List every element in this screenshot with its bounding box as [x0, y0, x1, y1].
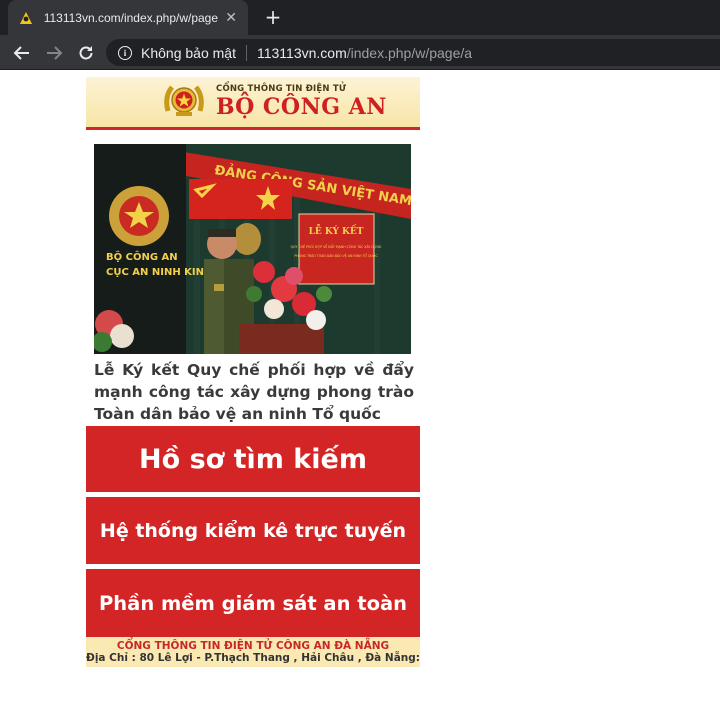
- forward-arrow-icon[interactable]: [42, 41, 66, 65]
- header-title: BỘ CÔNG AN: [216, 94, 387, 120]
- tab-title: 113113vn.com/index.php/w/page/a: [43, 10, 219, 25]
- site-header[interactable]: CỔNG THÔNG TIN ĐIỆN TỬ BỘ CÔNG AN: [86, 77, 420, 130]
- browser-tab[interactable]: 113113vn.com/index.php/w/page/a ✕: [8, 0, 248, 35]
- url-path: /index.php/w/page/a: [346, 44, 473, 61]
- photo-emblem-line2: CỤC AN NINH KINH: [106, 267, 212, 278]
- news-photo[interactable]: ĐẢNG CỘNG SẢN VIỆT NAM QUANG VINH MUÔN N…: [94, 144, 411, 354]
- footer-address: Địa Chỉ : 80 Lê Lợi - P.Thạch Thang , Hả…: [86, 652, 420, 664]
- browser-tab-bar: 113113vn.com/index.php/w/page/a ✕ +: [0, 0, 720, 35]
- photo-screen-line3: PHONG TRÀO TOÀN DÂN BẢO VỆ AN NINH TỔ QU…: [294, 253, 378, 258]
- news-headline[interactable]: Lễ Ký kết Quy chế phối hợp về đẩy mạnh c…: [94, 359, 414, 425]
- new-tab-button[interactable]: +: [262, 6, 284, 28]
- browser-toolbar: i Không bảo mật 113113vn.com /index.php/…: [0, 35, 720, 70]
- photo-emblem-line1: BỘ CÔNG AN: [106, 250, 178, 263]
- online-inventory-button[interactable]: Hệ thống kiểm kê trực tuyến: [86, 497, 420, 564]
- search-records-button[interactable]: Hồ sơ tìm kiếm: [86, 426, 420, 492]
- info-icon[interactable]: i: [118, 45, 132, 60]
- page-content: CỔNG THÔNG TIN ĐIỆN TỬ BỘ CÔNG AN ĐẢNG C…: [86, 77, 420, 667]
- site-footer: CỔNG THÔNG TIN ĐIỆN TỬ CÔNG AN ĐÀ NẴNG Đ…: [86, 637, 420, 667]
- header-subtitle: CỔNG THÔNG TIN ĐIỆN TỬ: [216, 84, 347, 94]
- back-arrow-icon[interactable]: [10, 41, 34, 65]
- close-icon[interactable]: ✕: [224, 10, 238, 26]
- url-host: 113113vn.com: [256, 44, 347, 61]
- separator: [245, 44, 247, 61]
- footer-org: CỔNG THÔNG TIN ĐIỆN TỬ CÔNG AN ĐÀ NẴNG: [116, 640, 390, 652]
- police-emblem-icon: [162, 81, 206, 121]
- safety-monitor-button[interactable]: Phần mềm giám sát an toàn: [86, 569, 420, 637]
- security-status: Không bảo mật: [141, 44, 236, 61]
- address-bar[interactable]: i Không bảo mật 113113vn.com /index.php/…: [106, 39, 720, 66]
- reload-icon[interactable]: [74, 41, 98, 65]
- favicon-icon: [18, 10, 34, 26]
